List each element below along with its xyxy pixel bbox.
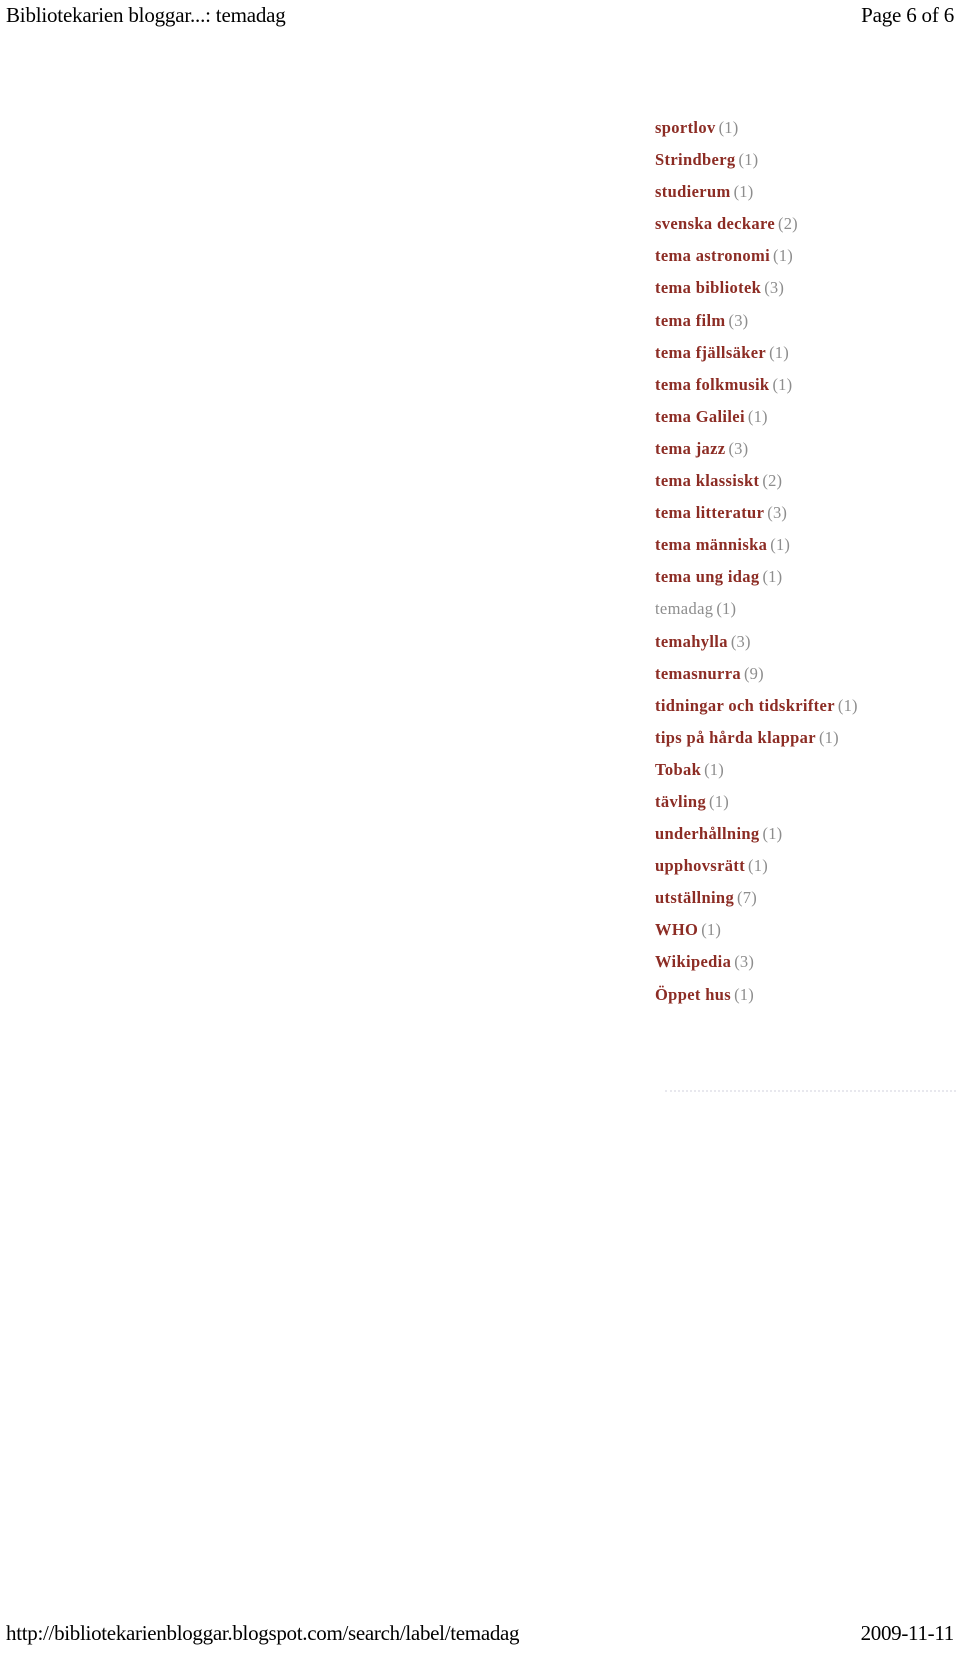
label-link[interactable]: sportlov [655, 118, 716, 137]
label-link[interactable]: tema astronomi [655, 246, 770, 265]
label-link[interactable]: tema bibliotek [655, 278, 761, 297]
label-link[interactable]: tips på hårda klappar [655, 728, 816, 747]
label-post-count: (1) [701, 920, 722, 940]
label-list-item[interactable]: tema film (3) [655, 305, 955, 337]
label-list-item[interactable]: tema astronomi (1) [655, 240, 955, 272]
label-list-item[interactable]: tidningar och tidskrifter (1) [655, 690, 955, 722]
label-post-count: (1) [762, 824, 783, 844]
label-post-count: (1) [709, 791, 729, 811]
label-list-item[interactable]: tips på hårda klappar (1) [655, 722, 955, 754]
label-post-count: (1) [818, 727, 839, 747]
label-link[interactable]: svenska deckare [655, 214, 775, 233]
label-post-count: (1) [762, 567, 783, 587]
label-list-item[interactable]: temasnurra (9) [655, 658, 955, 690]
label-list-item[interactable]: Öppet hus (1) [655, 979, 955, 1011]
label-list-item[interactable]: sportlov (1) [655, 112, 955, 144]
label-post-count: (3) [730, 631, 751, 651]
label-list-item[interactable]: WHO (1) [655, 914, 955, 946]
label-list-item[interactable]: tema folkmusik (1) [655, 369, 955, 401]
label-post-count: (1) [773, 246, 793, 266]
label-post-count: (1) [837, 695, 858, 715]
label-list-item[interactable]: underhållning (1) [655, 818, 955, 850]
label-list-item[interactable]: tema människa (1) [655, 529, 955, 561]
label-link[interactable]: Strindberg [655, 150, 736, 169]
label-link[interactable]: underhållning [655, 824, 760, 843]
label-list-item[interactable]: tema ung idag (1) [655, 561, 955, 593]
label-link[interactable]: Tobak [655, 760, 701, 779]
label-link[interactable]: temasnurra [655, 664, 741, 683]
label-post-count: (3) [734, 952, 755, 972]
label-post-count: (1) [748, 856, 768, 876]
section-divider [665, 1090, 956, 1092]
label-post-count: (1) [733, 182, 754, 202]
label-post-count: (3) [767, 503, 788, 523]
label-link[interactable]: Wikipedia [655, 952, 731, 971]
label-link[interactable]: tema folkmusik [655, 375, 769, 394]
label-link[interactable]: tema film [655, 311, 726, 330]
label-link[interactable]: WHO [655, 920, 698, 939]
label-link[interactable]: tema litteratur [655, 503, 764, 522]
label-link[interactable]: studierum [655, 182, 731, 201]
label-link[interactable]: tävling [655, 792, 706, 811]
label-post-count: (3) [728, 310, 749, 330]
label-list-item[interactable]: tema klassiskt (2) [655, 465, 955, 497]
label-list-item[interactable]: Wikipedia (3) [655, 946, 955, 978]
label-post-count: (1) [716, 599, 737, 619]
label-link[interactable]: tema fjällsäker [655, 343, 766, 362]
label-post-count: (9) [743, 663, 764, 683]
label-link[interactable]: tidningar och tidskrifter [655, 696, 835, 715]
label-post-count: (1) [772, 374, 793, 394]
label-link[interactable]: temahylla [655, 632, 728, 651]
label-list-item[interactable]: Tobak (1) [655, 754, 955, 786]
label-list-item[interactable]: tema litteratur (3) [655, 497, 955, 529]
label-post-count: (1) [704, 759, 724, 779]
label-post-count: (3) [728, 438, 749, 458]
label-list-item[interactable]: temahylla (3) [655, 626, 955, 658]
label-link[interactable]: tema jazz [655, 439, 725, 458]
label-list-item[interactable]: tema bibliotek (3) [655, 272, 955, 304]
label-list-item[interactable]: tema fjällsäker (1) [655, 337, 955, 369]
label-list-item[interactable]: upphovsrätt (1) [655, 850, 955, 882]
print-footer: http://bibliotekarienbloggar.blogspot.co… [0, 1620, 960, 1646]
label-link[interactable]: Öppet hus [655, 985, 731, 1004]
source-url: http://bibliotekarienbloggar.blogspot.co… [6, 1621, 520, 1645]
label-link[interactable]: utställning [655, 888, 734, 907]
label-post-count: (1) [770, 535, 791, 555]
label-link[interactable]: upphovsrätt [655, 856, 745, 875]
print-date: 2009-11-11 [860, 1621, 955, 1645]
label-post-count: (2) [778, 214, 798, 234]
label-list: sportlov (1) Strindberg (1) studierum (1) sven… [655, 112, 955, 1011]
label-list-item[interactable]: tävling (1) [655, 786, 955, 818]
label-list-item: temadag (1) [655, 593, 955, 625]
label-link[interactable]: tema ung idag [655, 567, 759, 586]
label-post-count: (2) [762, 471, 783, 491]
page-body: sportlov (1) Strindberg (1) studierum (1) sven… [0, 0, 960, 1654]
label-list-item[interactable]: utställning (7) [655, 882, 955, 914]
label-post-count: (7) [737, 888, 757, 908]
label-link[interactable]: tema Galilei [655, 407, 745, 426]
label-list-item[interactable]: tema Galilei (1) [655, 401, 955, 433]
label-list-item[interactable]: Strindberg (1) [655, 144, 955, 176]
label-post-count: (1) [747, 406, 768, 426]
label-post-count: (1) [738, 150, 759, 170]
label-post-count: (1) [718, 118, 739, 137]
label-post-count: (1) [734, 984, 754, 1004]
label-current-name: temadag [655, 599, 714, 619]
label-list-item[interactable]: studierum (1) [655, 176, 955, 208]
label-post-count: (1) [769, 342, 789, 362]
label-link[interactable]: tema människa [655, 535, 767, 554]
label-post-count: (3) [764, 278, 785, 298]
label-link[interactable]: tema klassiskt [655, 471, 759, 490]
label-list-item[interactable]: tema jazz (3) [655, 433, 955, 465]
label-list-item[interactable]: svenska deckare (2) [655, 208, 955, 240]
